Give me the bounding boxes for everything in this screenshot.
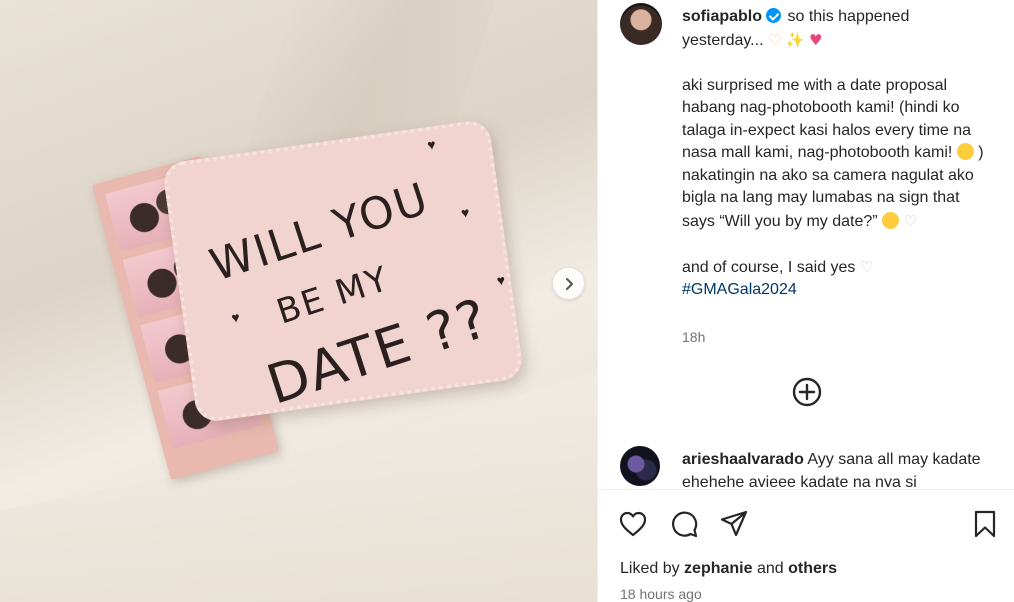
comment-username[interactable]: arieshaalvarado [682, 451, 804, 468]
post-timestamp[interactable]: 18 hours ago [620, 586, 702, 602]
action-bar: Liked by zephanie and others 18 hours ag… [598, 489, 1014, 602]
comment-icon [672, 511, 698, 538]
plus-circle-icon[interactable] [791, 376, 823, 408]
liked-by-others-link[interactable]: others [788, 560, 837, 577]
likes-summary: Liked by zephanie and others [620, 560, 837, 578]
white-heart-emoji-icon: ♡ [903, 211, 917, 230]
comment-button[interactable] [669, 509, 699, 539]
post-photo[interactable]: WILL YOU BE MY DATE ?? ♥ ♥ ♥ ♥ [0, 0, 597, 602]
liked-by-user-link[interactable]: zephanie [684, 560, 752, 577]
hashtag-link[interactable]: #GMAGala2024 [682, 281, 797, 298]
pink-heart-emoji-icon: ♥ [809, 30, 823, 49]
liked-by-and: and [756, 560, 784, 577]
save-button[interactable] [970, 509, 1000, 539]
carousel-next-button[interactable] [553, 268, 584, 299]
liked-by-prefix: Liked by [620, 560, 680, 577]
doodle-heart-icon: ♥ [426, 135, 437, 153]
doodle-heart-icon: ♥ [459, 203, 471, 221]
share-button[interactable] [719, 509, 749, 539]
avatar[interactable] [620, 446, 660, 486]
sparkles-emoji-icon: ✨ [785, 30, 805, 49]
avatar[interactable] [620, 3, 662, 45]
comment: arieshaalvarado Ayy sana all may kadate … [682, 449, 1002, 487]
card-line-1: WILL YOU [204, 173, 436, 292]
caption-timestamp: 18h [682, 329, 706, 345]
bookmark-icon [974, 510, 996, 538]
caption-body: aki surprised me with a date proposal ha… [682, 76, 972, 162]
heart-icon [619, 511, 647, 537]
doodle-heart-icon: ♥ [495, 271, 507, 289]
post-caption: sofiapablo so this happened yesterday...… [682, 6, 992, 302]
chevron-right-icon [565, 277, 573, 290]
share-icon [720, 510, 748, 537]
caption-closing: and of course, I said yes [682, 258, 856, 276]
white-heart-emoji-icon: ♡ [859, 257, 874, 276]
winking-face-emoji-icon [956, 143, 974, 160]
laughing-face-emoji-icon [882, 211, 900, 229]
like-button[interactable] [618, 509, 648, 539]
heart-hands-emoji-icon: ♡ [767, 30, 782, 49]
post-side-panel: sofiapablo so this happened yesterday...… [597, 0, 1014, 602]
caption-username[interactable]: sofiapablo [682, 8, 762, 25]
doodle-heart-icon: ♥ [230, 308, 241, 326]
proposal-card: WILL YOU BE MY DATE ?? ♥ ♥ ♥ ♥ [161, 118, 525, 424]
verified-badge-icon [766, 8, 782, 23]
